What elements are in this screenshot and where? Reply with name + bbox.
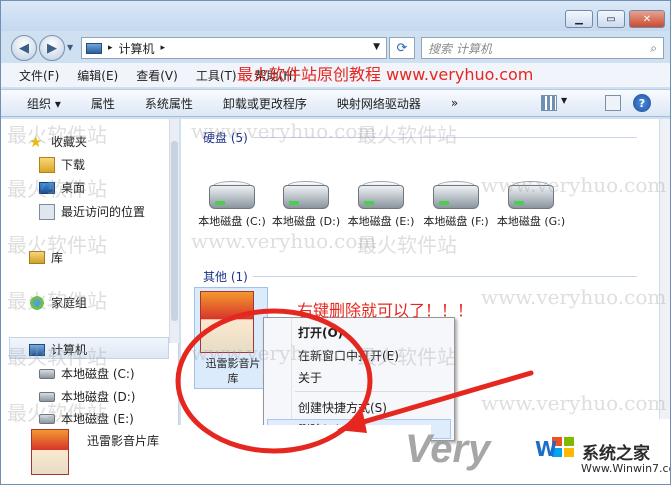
annotation-arrow-shaft [350,370,534,428]
annotation-arrow-head [337,413,367,433]
annotation-marks [175,308,534,454]
explorer-window: ▁ ▭ ✕ ◀ ▶ ▼ ▸ 计算机 ▸ ▼ ⟳ 搜索 计算机 ⌕ 文件(F) 编… [0,0,671,485]
